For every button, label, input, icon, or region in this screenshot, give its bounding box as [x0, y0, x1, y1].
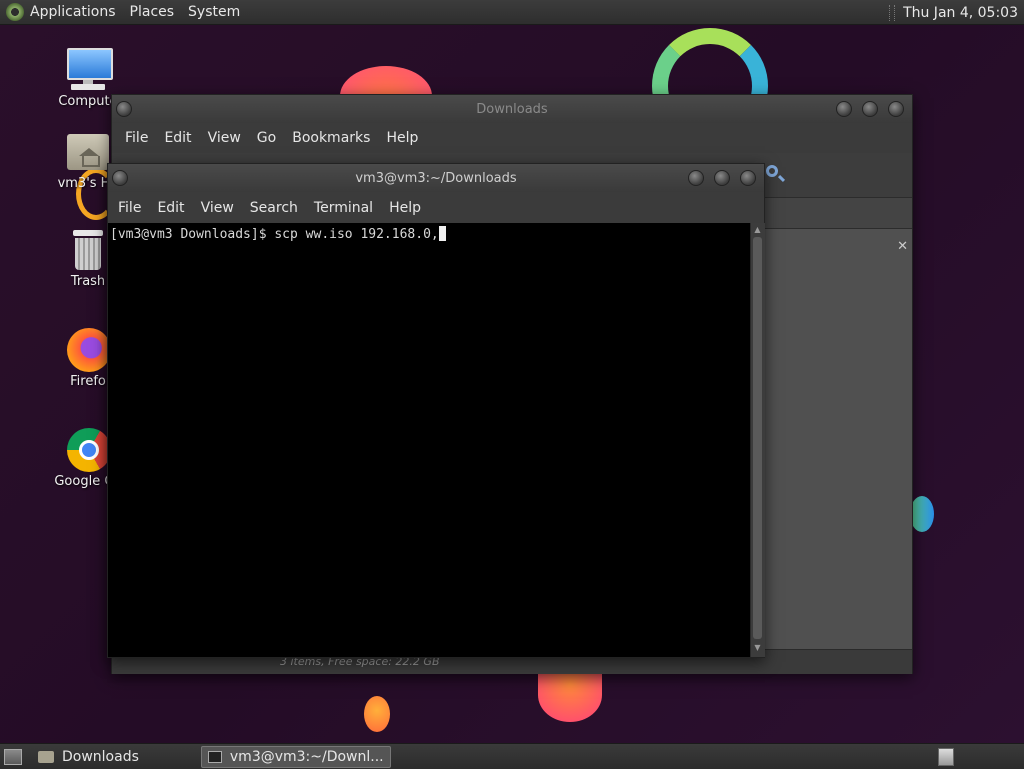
menu-help[interactable]: Help — [389, 200, 421, 216]
folder-icon — [38, 750, 54, 763]
close-icon[interactable] — [888, 101, 904, 117]
computer-icon — [65, 46, 113, 92]
menu-edit[interactable]: Edit — [157, 200, 184, 216]
menu-search[interactable]: Search — [250, 200, 298, 216]
minimize-icon[interactable] — [688, 170, 704, 186]
trash-applet-icon[interactable] — [938, 748, 954, 766]
clock-area: Thu Jan 4, 05:03 — [889, 0, 1024, 25]
menu-file[interactable]: File — [125, 130, 148, 146]
wallpaper-pink-blob — [538, 668, 602, 722]
taskbar-item-label: Downloads — [62, 748, 139, 765]
menu-help[interactable]: Help — [386, 130, 418, 146]
terminal-menubar: File Edit View Search Terminal Help — [108, 192, 764, 223]
file-manager-titlebar[interactable]: Downloads — [112, 95, 912, 123]
system-menu[interactable]: System — [188, 4, 240, 20]
bottom-panel: Downloads vm3@vm3:~/Downl... — [0, 743, 1024, 769]
terminal-window: vm3@vm3:~/Downloads File Edit View Searc… — [107, 163, 765, 658]
maximize-icon[interactable] — [862, 101, 878, 117]
scroll-thumb[interactable] — [753, 237, 762, 639]
window-menu-icon[interactable] — [112, 170, 128, 186]
menu-edit[interactable]: Edit — [164, 130, 191, 146]
window-title: vm3@vm3:~/Downloads — [355, 170, 517, 186]
text-cursor — [438, 226, 446, 241]
window-title: Downloads — [476, 101, 548, 117]
close-pane-icon[interactable]: ✕ — [897, 239, 908, 254]
home-folder-icon — [65, 128, 111, 174]
file-manager-menubar: File Edit View Go Bookmarks Help — [112, 123, 912, 153]
applications-menu[interactable]: Applications — [30, 4, 116, 20]
menu-view[interactable]: View — [208, 130, 241, 146]
search-icon-handle — [777, 174, 786, 183]
menu-view[interactable]: View — [201, 200, 234, 216]
prompt-text: [vm3@vm3 Downloads]$ scp ww.iso 192.168.… — [110, 227, 439, 242]
menu-terminal[interactable]: Terminal — [314, 200, 373, 216]
scroll-up-icon[interactable]: ▲ — [753, 225, 762, 235]
maximize-icon[interactable] — [714, 170, 730, 186]
terminal-output[interactable]: [vm3@vm3 Downloads]$ scp ww.iso 192.168.… — [108, 223, 750, 657]
window-menu-icon[interactable] — [116, 101, 132, 117]
show-desktop-icon[interactable] — [4, 748, 22, 765]
terminal-prompt-line: [vm3@vm3 Downloads]$ scp ww.iso 192.168.… — [110, 226, 446, 242]
firefox-icon — [65, 326, 111, 372]
close-icon[interactable] — [740, 170, 756, 186]
distro-logo-icon[interactable] — [6, 3, 24, 21]
places-menu[interactable]: Places — [130, 4, 175, 20]
menu-bookmarks[interactable]: Bookmarks — [292, 130, 370, 146]
taskbar-item-terminal[interactable]: vm3@vm3:~/Downl... — [200, 745, 391, 768]
taskbar-item-label: vm3@vm3:~/Downl... — [229, 748, 384, 765]
clock[interactable]: Thu Jan 4, 05:03 — [903, 5, 1018, 21]
terminal-scrollbar[interactable]: ▲ ▼ — [750, 223, 765, 657]
menu-go[interactable]: Go — [257, 130, 276, 146]
panel-grip-icon — [889, 4, 896, 21]
top-panel: Applications Places System Thu Jan 4, 05… — [0, 0, 1024, 25]
terminal-titlebar[interactable]: vm3@vm3:~/Downloads — [108, 164, 764, 192]
taskbar-item-downloads[interactable]: Downloads — [32, 746, 145, 768]
wallpaper-blue-blob — [910, 496, 934, 532]
wallpaper-small-orange-blob — [364, 696, 390, 732]
trash-icon — [65, 226, 111, 272]
minimize-icon[interactable] — [836, 101, 852, 117]
menu-file[interactable]: File — [118, 200, 141, 216]
scroll-down-icon[interactable]: ▼ — [753, 643, 762, 653]
search-icon[interactable] — [766, 165, 778, 177]
terminal-icon — [207, 750, 222, 763]
chrome-icon — [65, 426, 111, 472]
